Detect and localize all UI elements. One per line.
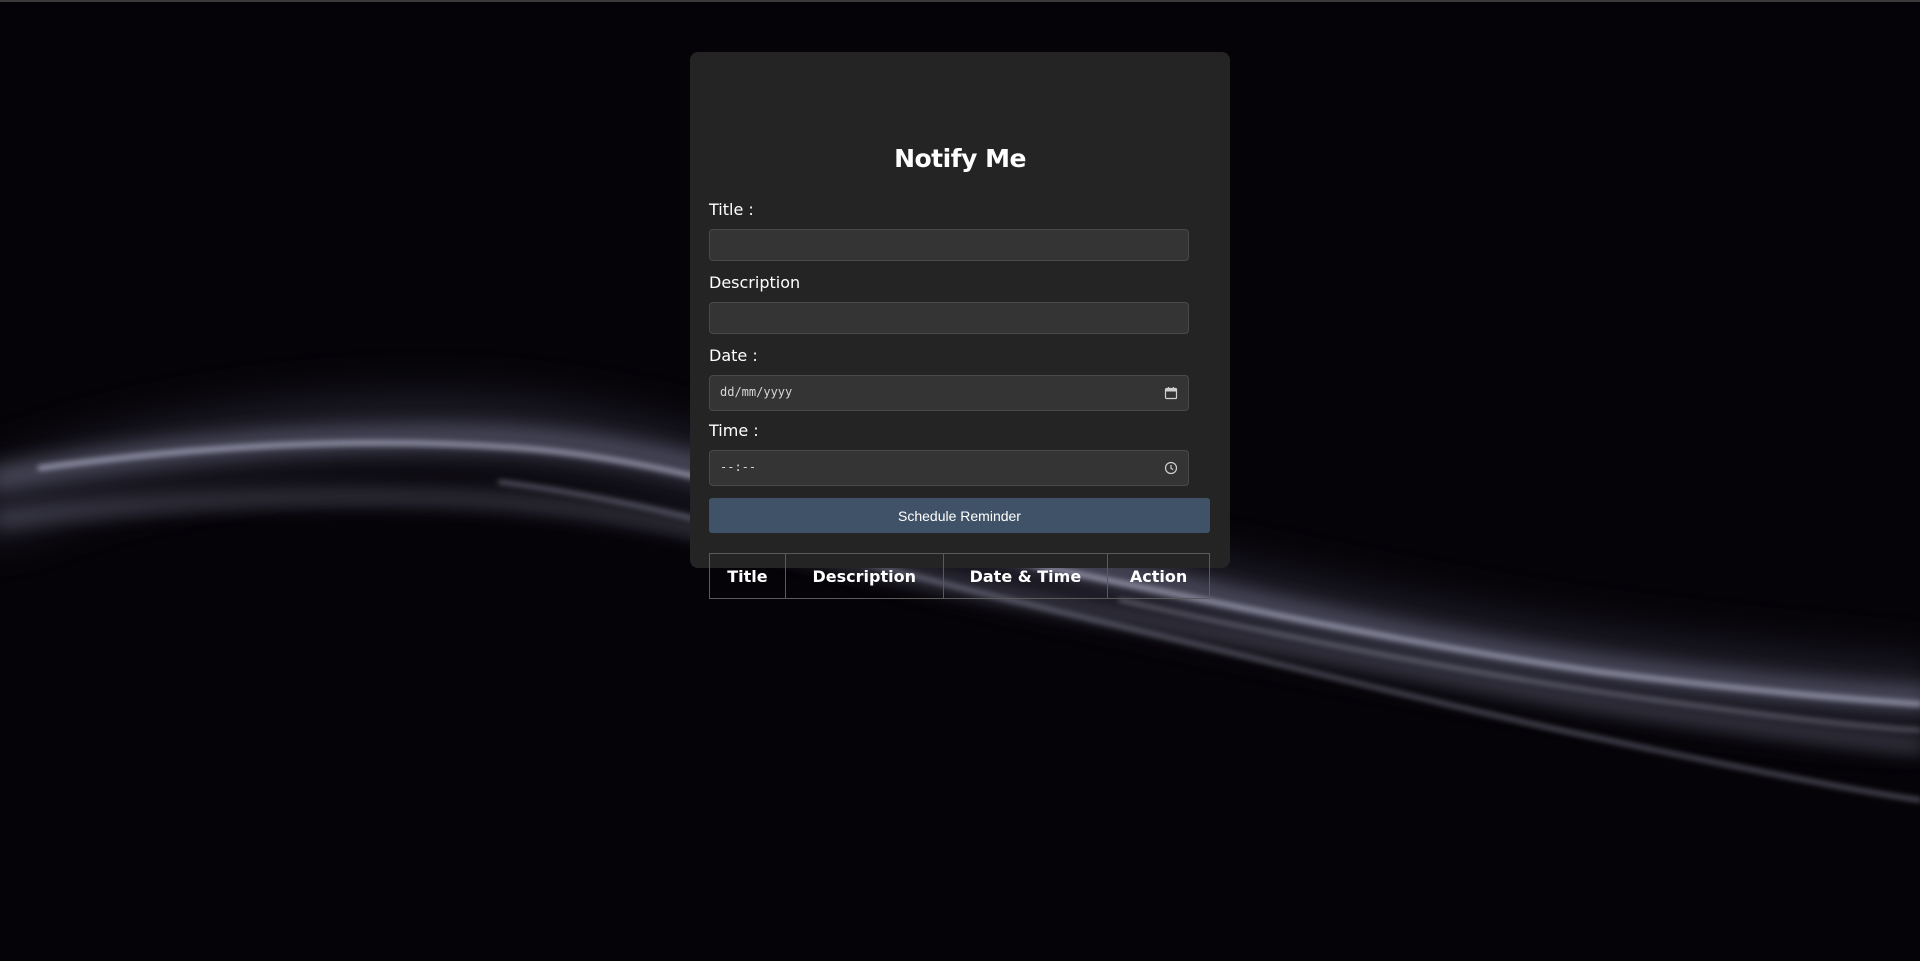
column-header-date-time: Date & Time: [942, 553, 1109, 599]
reminders-table: Title Description Date & Time Action: [709, 553, 1210, 599]
description-input[interactable]: [709, 302, 1189, 334]
time-label: Time :: [709, 421, 759, 440]
time-placeholder: --:--: [720, 460, 757, 474]
page-title: Notify Me: [894, 144, 1026, 173]
clock-icon[interactable]: [1164, 461, 1178, 475]
date-placeholder: dd/mm/yyyy: [720, 385, 793, 399]
title-input[interactable]: [709, 229, 1189, 261]
calendar-icon[interactable]: [1164, 386, 1178, 400]
description-label: Description: [709, 273, 801, 292]
schedule-reminder-button[interactable]: Schedule Reminder: [709, 498, 1210, 533]
reminder-card: Notify Me Title : Description Date : dd/…: [690, 52, 1230, 599]
column-header-action: Action: [1107, 553, 1210, 599]
date-input[interactable]: dd/mm/yyyy: [709, 375, 1189, 411]
column-header-description: Description: [784, 553, 944, 599]
time-input[interactable]: --:--: [709, 450, 1189, 486]
table-header-row: Title Description Date & Time Action: [709, 553, 1210, 599]
column-header-title: Title: [709, 553, 786, 599]
title-label: Title :: [709, 200, 754, 219]
date-label: Date :: [709, 346, 758, 365]
